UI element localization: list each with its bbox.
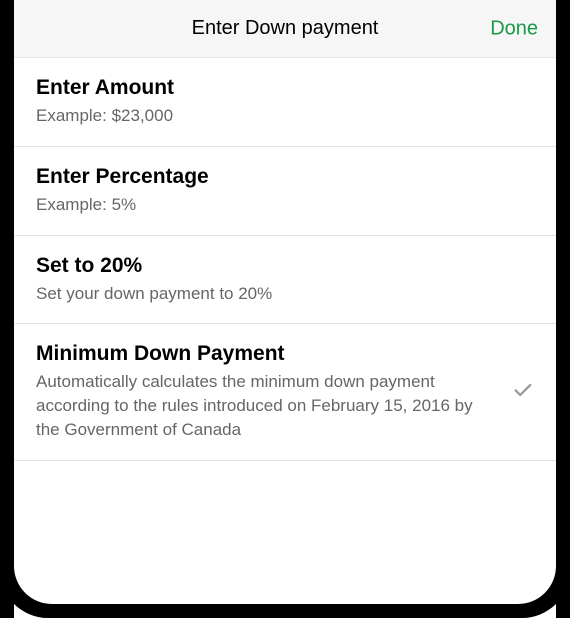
option-title: Minimum Down Payment — [36, 342, 534, 366]
modal-title: Enter Down payment — [192, 17, 379, 40]
option-enter-amount[interactable]: Enter Amount Example: $23,000 — [14, 58, 556, 147]
option-title: Enter Percentage — [36, 165, 534, 189]
option-set-20-percent[interactable]: Set to 20% Set your down payment to 20% — [14, 236, 556, 325]
phone-bezel-left — [0, 0, 14, 618]
option-title: Enter Amount — [36, 76, 534, 100]
option-title: Set to 20% — [36, 254, 534, 278]
phone-bezel-bottom — [0, 566, 570, 618]
options-list: Enter Amount Example: $23,000 Enter Perc… — [14, 58, 556, 461]
option-enter-percentage[interactable]: Enter Percentage Example: 5% — [14, 147, 556, 236]
done-button[interactable]: Done — [490, 17, 538, 40]
option-subtitle: Example: $23,000 — [36, 104, 534, 128]
option-minimum-down-payment[interactable]: Minimum Down Payment Automatically calcu… — [14, 324, 556, 460]
check-icon — [512, 379, 534, 406]
screen: Enter Down payment Done Enter Amount Exa… — [14, 0, 556, 588]
option-subtitle: Set your down payment to 20% — [36, 282, 534, 306]
option-subtitle: Automatically calculates the minimum dow… — [36, 370, 534, 441]
modal-header: Enter Down payment Done — [14, 0, 556, 58]
phone-bezel-right — [556, 0, 570, 618]
phone-bezel-bottom-inner — [14, 546, 556, 604]
option-subtitle: Example: 5% — [36, 193, 534, 217]
phone-frame: Enter Down payment Done Enter Amount Exa… — [0, 0, 570, 618]
